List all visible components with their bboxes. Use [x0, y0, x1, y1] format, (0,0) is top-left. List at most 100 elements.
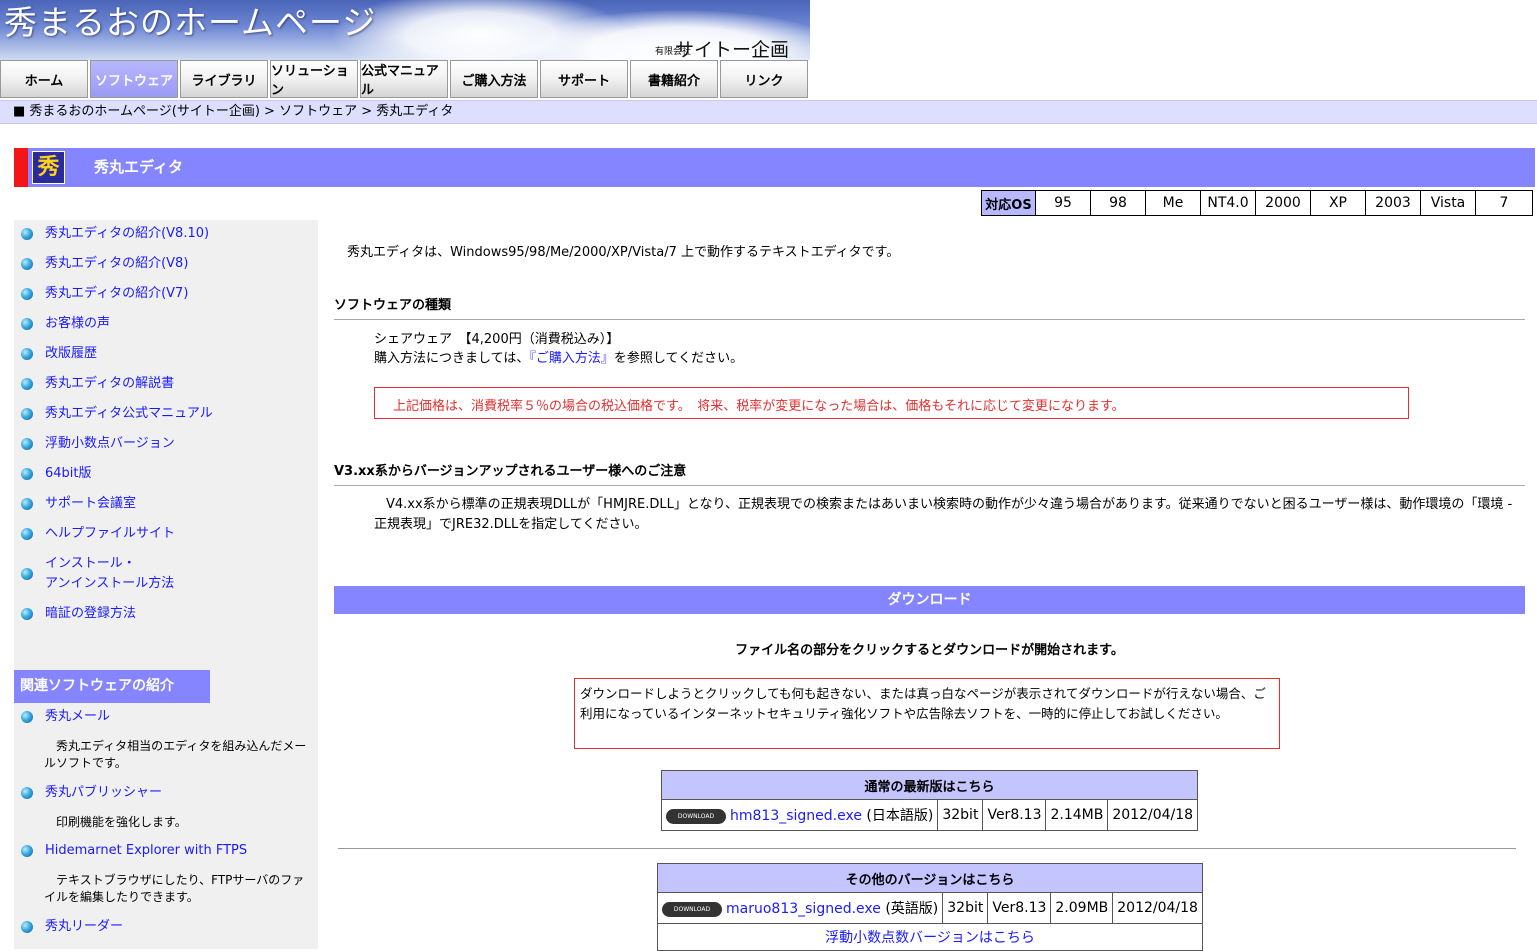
bullet-icon [21, 288, 33, 300]
os-version: 2003 [1365, 190, 1421, 216]
purchase-suffix: を参照してください。 [613, 351, 744, 366]
download-hint: ファイル名の部分をクリックするとダウンロードが開始されます。 [735, 643, 1124, 658]
os-support-table: 対応OS 95 98 Me NT4.0 2000 XP 2003 Vista 7 [981, 190, 1533, 216]
sidebar: 秀丸エディタの紹介(V8.10) 秀丸エディタの紹介(V8) 秀丸エディタの紹介… [14, 220, 318, 949]
sidebar-item-support-forum[interactable]: サポート会議室 [21, 494, 136, 514]
os-version: Vista [1420, 190, 1476, 216]
os-version: XP [1310, 190, 1366, 216]
os-support-label: 対応OS [981, 190, 1036, 216]
related-desc: 秀丸エディタ相当のエディタを組み込んだメールソフトです。 [44, 739, 307, 770]
sidebar-item-history[interactable]: 改版履歴 [21, 344, 97, 364]
others-lang: (英語版) [885, 901, 939, 917]
bullet-icon [21, 318, 33, 330]
site-title[interactable]: 秀まるおのホームページ [4, 0, 376, 44]
others-file-cell: DOWNLOAD maruo813_signed.exe (英語版) [656, 892, 944, 924]
others-date: 2012/04/18 [1112, 892, 1203, 924]
others-heading: その他のバージョンはこちら [657, 863, 1203, 893]
main-nav: ホーム ソフトウェア ライブラリ ソリューション 公式マニュアル ご購入方法 サ… [0, 60, 810, 100]
sidebar-item-64bit[interactable]: 64bit版 [21, 464, 92, 484]
site-header: 秀まるおのホームページ 有限会社サイトー企画 [0, 0, 810, 60]
bullet-icon [21, 568, 33, 580]
sidebar-item-float-version[interactable]: 浮動小数点バージョン [21, 434, 175, 454]
divider [338, 848, 1516, 849]
nav-tab-home[interactable]: ホーム [0, 60, 88, 98]
bullet-icon [21, 258, 33, 270]
sidebar-item-guidebook[interactable]: 秀丸エディタの解説書 [21, 374, 174, 394]
sidebar-item-intro-v8[interactable]: 秀丸エディタの紹介(V8) [21, 254, 188, 274]
download-icon[interactable]: DOWNLOAD [662, 901, 722, 917]
bullet-icon [21, 348, 33, 360]
os-version: 2000 [1255, 190, 1311, 216]
nav-tab-solution[interactable]: ソリューション [270, 60, 358, 98]
related-item-hidemaru-mail[interactable]: 秀丸メール [21, 707, 110, 727]
nav-tab-software[interactable]: ソフトウェア [90, 60, 178, 98]
bullet-icon [21, 528, 33, 540]
sidebar-item-intro-v810[interactable]: 秀丸エディタの紹介(V8.10) [21, 224, 209, 244]
tax-notice-text: 上記価格は、消費税率５％の場合の税込価格です。 将来、税率が変更になった場合は、… [393, 399, 1125, 414]
related-item-publisher[interactable]: 秀丸パブリッシャー [21, 783, 162, 803]
float-version-link[interactable]: 浮動小数点数バージョンはこちら [825, 930, 1035, 946]
purchase-prefix: 購入方法につきましては、 [374, 351, 530, 366]
company-name: サイトー企画 [675, 39, 790, 60]
nav-tab-library[interactable]: ライブラリ [180, 60, 268, 98]
os-version: NT4.0 [1200, 190, 1256, 216]
bullet-icon [21, 921, 33, 933]
sidebar-item-help-site[interactable]: ヘルプファイルサイト [21, 524, 175, 544]
sidebar-item-install[interactable]: インストール・ アンインストール方法 [21, 554, 174, 594]
divider [334, 485, 1525, 486]
nav-tab-purchase[interactable]: ご購入方法 [450, 60, 538, 98]
related-item-explorer[interactable]: Hidemarnet Explorer with FTPS [21, 841, 247, 861]
others-size: 2.09MB [1050, 892, 1114, 924]
bullet-icon [21, 408, 33, 420]
bullet-icon [21, 608, 33, 620]
bullet-icon [21, 468, 33, 480]
bullet-icon [21, 228, 33, 240]
divider [334, 319, 1525, 320]
latest-size: 2.14MB [1045, 799, 1109, 831]
bullet-icon [21, 711, 33, 723]
latest-heading: 通常の最新版はこちら [660, 770, 1199, 800]
os-version: 95 [1035, 190, 1091, 216]
latest-file-link[interactable]: hm813_signed.exe [730, 808, 862, 824]
related-desc: テキストブラウザにしたり、FTPサーバのファイルを編集したりできます。 [44, 873, 305, 904]
other-versions-table: その他のバージョンはこちら DOWNLOAD maruo813_signed.ex… [656, 863, 1203, 951]
bullet-icon [21, 498, 33, 510]
hidemaru-app-icon: 秀 [32, 151, 65, 184]
bullet-icon [21, 787, 33, 799]
tax-notice-box: 上記価格は、消費税率５％の場合の税込価格です。 将来、税率が変更になった場合は、… [374, 387, 1409, 419]
nav-tab-links[interactable]: リンク [720, 60, 808, 98]
related-desc: 印刷機能を強化します。 [56, 815, 187, 829]
bullet-icon [21, 845, 33, 857]
sidebar-item-intro-v7[interactable]: 秀丸エディタの紹介(V7) [21, 284, 188, 304]
title-marker [14, 148, 28, 187]
page-title: 秀丸エディタ [94, 158, 183, 176]
others-arch: 32bit [942, 892, 989, 924]
bullet-icon [21, 438, 33, 450]
download-heading: ダウンロード [334, 586, 1525, 614]
page-title-bar: 秀 秀丸エディタ [14, 148, 1535, 187]
nav-tab-support[interactable]: サポート [540, 60, 628, 98]
related-item-reader[interactable]: 秀丸リーダー [21, 917, 123, 937]
bullet-icon [21, 378, 33, 390]
purchase-method-link[interactable]: 『ご購入方法』 [529, 351, 614, 366]
company-logo: 有限会社サイトー企画 [655, 35, 789, 60]
sidebar-item-customer-voice[interactable]: お客様の声 [21, 314, 110, 334]
download-warning-text: ダウンロードしようとクリックしても何も起きない、または真っ白なページが表示されて… [580, 686, 1266, 721]
nav-tab-manual[interactable]: 公式マニュアル [360, 60, 448, 98]
others-version: Ver8.13 [987, 892, 1052, 924]
sidebar-item-official-manual[interactable]: 秀丸エディタ公式マニュアル [21, 404, 213, 424]
latest-date: 2012/04/18 [1107, 799, 1199, 831]
others-file-link[interactable]: maruo813_signed.exe [726, 901, 881, 917]
intro-text: 秀丸エディタは、Windows95/98/Me/2000/XP/Vista/7 … [347, 245, 900, 260]
nav-tab-books[interactable]: 書籍紹介 [630, 60, 718, 98]
software-type-heading: ソフトウェアの種類 [334, 298, 452, 313]
latest-lang: (日本語版) [866, 808, 934, 824]
sidebar-item-registration[interactable]: 暗証の登録方法 [21, 604, 136, 624]
company-kind: 有限会社 [655, 47, 692, 57]
breadcrumb[interactable]: ■ 秀まるおのホームページ(サイトー企画) > ソフトウェア > 秀丸エディタ [0, 100, 1537, 124]
upgrade-text-line2: 正規表現」でJRE32.DLLを指定してください。 [374, 517, 648, 532]
related-software-heading: 関連ソフトウェアの紹介 [14, 670, 210, 703]
download-icon[interactable]: DOWNLOAD [666, 808, 726, 824]
main-content: 秀丸エディタは、Windows95/98/Me/2000/XP/Vista/7 … [318, 220, 1537, 951]
upgrade-text-line1: V4.xx系から標準の正規表現DLLが「HMJRE.DLL」となり、正規表現での… [386, 497, 1513, 512]
